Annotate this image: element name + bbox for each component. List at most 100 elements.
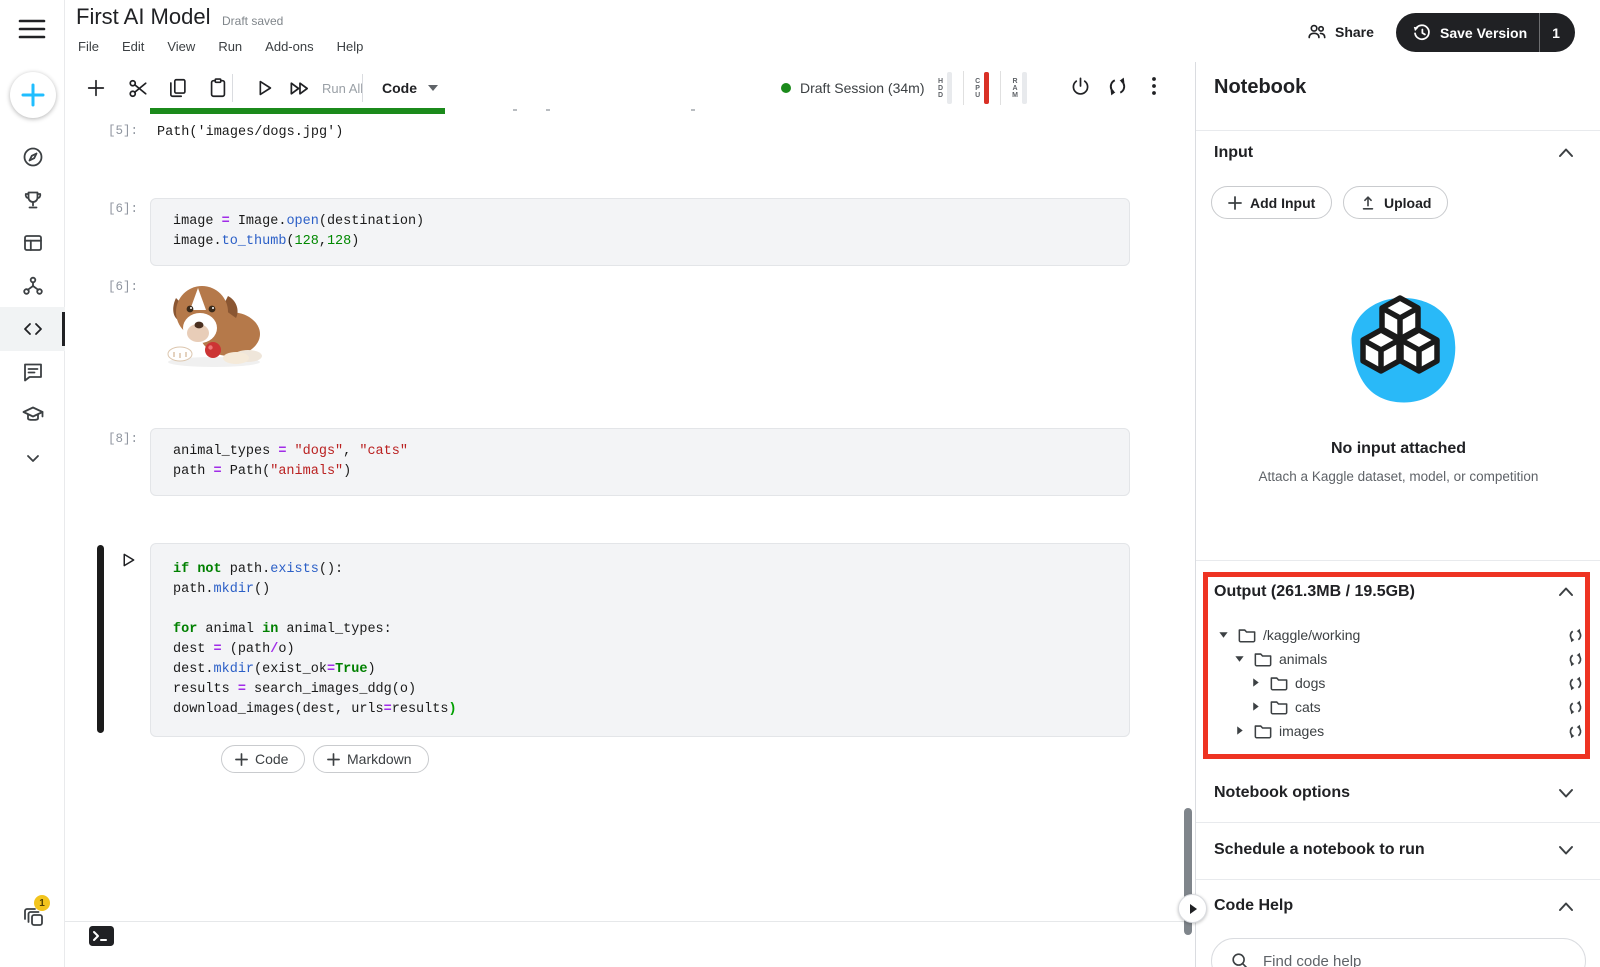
- add-code-label: Code: [255, 751, 288, 767]
- code-cell-editor[interactable]: animal_types = "dogs", "cats"path = Path…: [150, 428, 1130, 496]
- terminal-icon: [88, 925, 115, 947]
- hamburger-menu-icon[interactable]: [18, 16, 46, 42]
- kebab-menu-icon: [1144, 75, 1164, 97]
- run-all-label[interactable]: Run All: [322, 81, 363, 96]
- restart-session-button[interactable]: [1101, 70, 1133, 102]
- resource-gauges: H D DC P UR A M: [938, 70, 1027, 106]
- menu-item-help[interactable]: Help: [337, 39, 364, 54]
- code-help-search[interactable]: [1211, 938, 1586, 967]
- chevron-up-icon: [1558, 147, 1574, 158]
- panel-divider: [1196, 130, 1600, 131]
- save-version-button[interactable]: Save Version 1: [1396, 13, 1575, 52]
- share-button[interactable]: Share: [1306, 21, 1374, 43]
- refresh-folder-icon[interactable]: [1568, 652, 1583, 667]
- notebook-options-expand-button[interactable]: [1558, 788, 1574, 799]
- code-line: animal_types = "dogs", "cats": [173, 442, 1129, 462]
- toolbar-more-button[interactable]: [1138, 70, 1170, 102]
- input-collapse-button[interactable]: [1558, 147, 1574, 158]
- tree-item-label: images: [1279, 723, 1324, 739]
- upload-button[interactable]: Upload: [1343, 186, 1448, 219]
- active-events-button[interactable]: 1: [20, 903, 46, 929]
- refresh-folder-icon[interactable]: [1568, 676, 1583, 691]
- history-icon: [1411, 22, 1432, 43]
- schedule-expand-button[interactable]: [1558, 845, 1574, 856]
- code-line: results = search_images_ddg(o): [173, 680, 1129, 700]
- menu-item-view[interactable]: View: [167, 39, 195, 54]
- tree-item-animals[interactable]: animals: [1196, 648, 1600, 672]
- sidebar-item-competitions[interactable]: [0, 178, 65, 222]
- cell-type-dropdown[interactable]: Code: [382, 74, 439, 102]
- gauge-hdd[interactable]: H D D: [938, 72, 952, 104]
- caret-collapsed-icon[interactable]: [1250, 701, 1261, 712]
- caret-expanded-icon[interactable]: [1234, 653, 1245, 664]
- upload-label: Upload: [1384, 195, 1431, 211]
- upload-icon: [1360, 195, 1376, 211]
- notebook-title[interactable]: First AI Model: [76, 4, 210, 30]
- sidebar-item-datasets[interactable]: [0, 221, 65, 265]
- code-line: image = Image.open(destination): [173, 212, 1129, 232]
- no-input-illustration: [1324, 284, 1474, 424]
- tree-item--kaggle-working[interactable]: /kaggle/working: [1196, 624, 1600, 648]
- fast-forward-icon: [288, 77, 311, 100]
- sidebar-item-more[interactable]: [0, 436, 65, 480]
- code-help-search-input[interactable]: [1263, 953, 1553, 967]
- refresh-folder-icon[interactable]: [1568, 628, 1583, 643]
- version-count-badge[interactable]: 1: [1552, 25, 1560, 41]
- power-session-button[interactable]: [1064, 70, 1096, 102]
- sidebar-item-learn[interactable]: [0, 393, 65, 437]
- caret-collapsed-icon[interactable]: [1250, 677, 1261, 688]
- cell-execution-count: [6]:: [108, 202, 138, 216]
- scissors-icon: [127, 77, 150, 100]
- left-sidebar: 1: [0, 0, 65, 967]
- cell-execution-count: [6]:: [108, 280, 138, 294]
- code-cell-editor-selected[interactable]: if not path.exists(): path.mkdir() for a…: [150, 543, 1130, 737]
- panel-collapse-button[interactable]: [1178, 894, 1207, 923]
- tree-item-images[interactable]: images: [1196, 720, 1600, 744]
- add-input-button[interactable]: Add Input: [1211, 186, 1332, 219]
- refresh-folder-icon[interactable]: [1568, 700, 1583, 715]
- tree-item-dogs[interactable]: dogs: [1196, 672, 1600, 696]
- copy-icon: [167, 77, 189, 99]
- caret-expanded-icon[interactable]: [1218, 629, 1229, 640]
- refresh-folder-icon[interactable]: [1568, 724, 1583, 739]
- add-cell-button[interactable]: [80, 72, 112, 104]
- sidebar-item-models[interactable]: [0, 264, 65, 308]
- sync-icon: [1106, 75, 1129, 98]
- add-code-cell-button[interactable]: Code: [221, 745, 305, 773]
- code-help-collapse-button[interactable]: [1558, 901, 1574, 912]
- cut-cell-button[interactable]: [122, 72, 154, 104]
- gauge-divider: [963, 71, 964, 105]
- code-line: path = Path("animals"): [173, 462, 1129, 482]
- menu-item-edit[interactable]: Edit: [122, 39, 144, 54]
- dog-photo-output: [158, 276, 270, 370]
- run-all-button[interactable]: [283, 72, 315, 104]
- menu-item-add-ons[interactable]: Add-ons: [265, 39, 313, 54]
- output-collapse-button[interactable]: [1558, 586, 1574, 597]
- search-icon: [1230, 951, 1250, 967]
- gauge-ram[interactable]: R A M: [1012, 72, 1027, 104]
- paste-cell-button[interactable]: [202, 72, 234, 104]
- create-button[interactable]: [10, 72, 56, 118]
- run-cell-button[interactable]: [248, 72, 280, 104]
- tree-item-cats[interactable]: cats: [1196, 696, 1600, 720]
- menu-item-file[interactable]: File: [78, 39, 99, 54]
- copy-cell-button[interactable]: [162, 72, 194, 104]
- caret-collapsed-icon[interactable]: [1234, 725, 1245, 736]
- menu-item-run[interactable]: Run: [218, 39, 242, 54]
- code-cell-editor[interactable]: image = Image.open(destination)image.to_…: [150, 198, 1130, 266]
- tree-item-label: /kaggle/working: [1263, 627, 1360, 643]
- sidebar-item-code[interactable]: [0, 307, 65, 351]
- gauge-cpu[interactable]: C P U: [975, 72, 989, 104]
- play-icon: [253, 77, 275, 99]
- code-line: [173, 600, 1129, 620]
- session-status[interactable]: Draft Session (34m): [781, 80, 924, 96]
- gauge-bar: [1022, 72, 1027, 104]
- sidebar-item-discussions[interactable]: [0, 350, 65, 394]
- console-button[interactable]: [88, 925, 115, 947]
- run-this-cell-button[interactable]: [119, 551, 137, 569]
- add-markdown-cell-button[interactable]: Markdown: [313, 745, 429, 773]
- chevron-down-icon: [1558, 845, 1574, 856]
- clipboard-icon: [207, 77, 229, 99]
- sidebar-item-home[interactable]: [0, 135, 65, 179]
- code-line: dest.mkdir(exist_ok=True): [173, 660, 1129, 680]
